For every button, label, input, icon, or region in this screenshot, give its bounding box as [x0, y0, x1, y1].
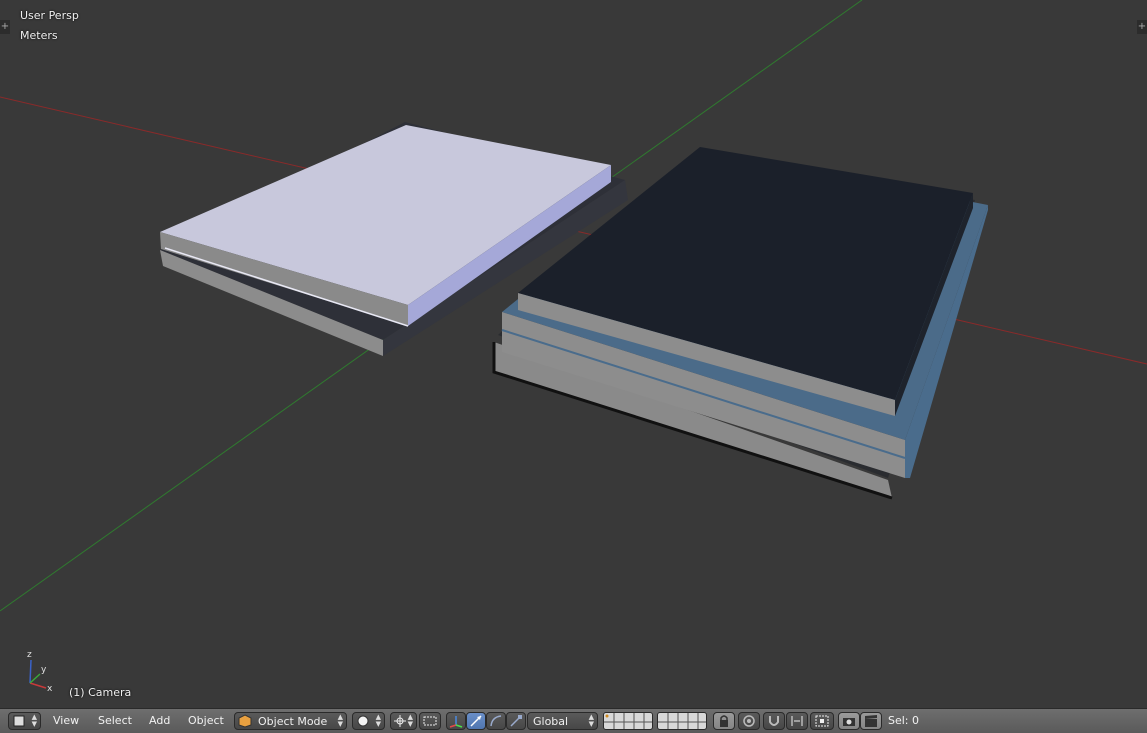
lock-icon [716, 714, 732, 728]
rotate-manipulator-button[interactable] [486, 712, 506, 730]
rotate-icon [488, 714, 504, 728]
snap-element-icon [789, 714, 805, 728]
translate-manipulator-button[interactable] [466, 712, 486, 730]
render-icon [841, 714, 857, 728]
proportional-edit-icon [741, 714, 757, 728]
snap-element-selector[interactable] [786, 712, 808, 730]
units-label: Meters [20, 29, 58, 42]
menu-select[interactable]: Select [98, 714, 132, 727]
scene-canvas[interactable]: z y x [0, 0, 1147, 708]
render-animation-button[interactable] [860, 712, 882, 730]
transform-orientation-selector[interactable]: Global ▲ ▼ [527, 712, 598, 730]
transform-orientation-label: Global [533, 715, 569, 728]
dropdown-arrows-icon: ▲ ▼ [375, 713, 381, 728]
snap-target-icon [422, 714, 438, 728]
snap-target-selector[interactable] [810, 712, 834, 730]
dropdown-arrows-icon: ▲ ▼ [31, 713, 37, 728]
axis-label-x: x [47, 684, 53, 694]
axis-label-z: z [27, 650, 32, 660]
proportional-edit-button[interactable] [738, 712, 760, 730]
snap-icon [766, 714, 782, 728]
render-opengl-button[interactable] [838, 712, 860, 730]
selection-count: Sel: 0 [888, 714, 920, 727]
scale-icon [508, 714, 524, 728]
object-mode-icon [238, 714, 254, 728]
translate-icon [468, 714, 484, 728]
manipulator-toggle-button[interactable] [446, 712, 466, 730]
3d-viewport[interactable]: z y x User Persp Meters (1) Camera + + [0, 0, 1147, 708]
layers-grid-1[interactable] [603, 712, 653, 730]
dropdown-arrows-icon: ▲ ▼ [337, 713, 343, 728]
scale-manipulator-button[interactable] [506, 712, 526, 730]
pivot-point-icon [393, 714, 409, 728]
shading-solid-icon [356, 714, 372, 728]
editor-type-button[interactable]: ▲ ▼ [8, 712, 41, 730]
pivot-align-button[interactable] [419, 712, 441, 730]
toolbar-toggle-icon[interactable]: + [0, 20, 10, 34]
menu-view[interactable]: View [53, 714, 79, 727]
mode-selector[interactable]: Object Mode ▲ ▼ [234, 712, 347, 730]
active-object-label: (1) Camera [69, 686, 132, 699]
layers-grid-2[interactable] [657, 712, 707, 730]
layers-grid-icon [604, 713, 652, 729]
layers-grid-icon [658, 713, 706, 729]
dropdown-arrows-icon: ▲ ▼ [588, 713, 594, 728]
editor-type-icon [12, 714, 28, 728]
menu-object[interactable]: Object [188, 714, 224, 727]
shading-selector[interactable]: ▲ ▼ [352, 712, 385, 730]
dropdown-arrows-icon: ▲ ▼ [407, 713, 413, 728]
axis-label-y: y [41, 665, 47, 675]
mode-label: Object Mode [258, 715, 328, 728]
manipulator-toggle-icon [448, 714, 464, 728]
viewport-header: ▲ ▼ View Select Add Object Object Mode ▲ ▼… [0, 708, 1147, 733]
snap-toggle-button[interactable] [763, 712, 785, 730]
properties-toggle-icon[interactable]: + [1137, 20, 1147, 34]
axis-gizmo: z y x [27, 650, 53, 694]
clapper-icon [863, 714, 879, 728]
lock-layers-button[interactable] [713, 712, 735, 730]
view-name: User Persp [20, 9, 79, 22]
snap-target-icon [814, 714, 830, 728]
pivot-point-selector[interactable]: ▲ ▼ [390, 712, 417, 730]
menu-add[interactable]: Add [149, 714, 170, 727]
